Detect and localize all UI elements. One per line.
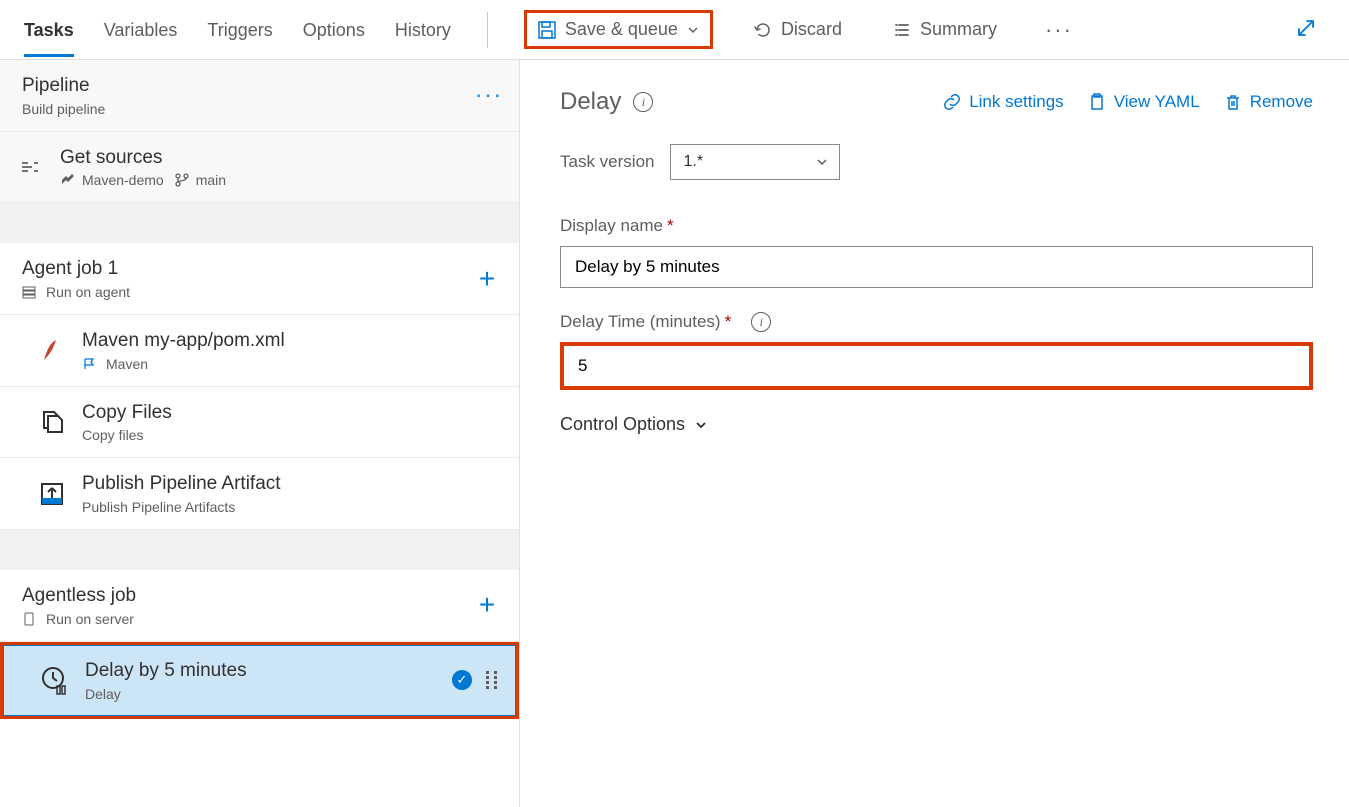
get-sources-item[interactable]: Get sources Maven-demo main [0, 132, 519, 204]
display-name-label: Display name [560, 216, 663, 235]
remove-button[interactable]: Remove [1224, 92, 1313, 112]
agent-job-title: Agent job 1 [22, 257, 457, 282]
task-title: Publish Pipeline Artifact [82, 472, 503, 497]
chevron-down-icon [686, 23, 700, 37]
server-icon [22, 285, 36, 299]
separator [487, 12, 488, 48]
agentless-job-sub: Run on server [46, 611, 134, 627]
publish-icon [36, 478, 68, 510]
task-sub: Maven [106, 356, 148, 372]
get-sources-title: Get sources [60, 146, 503, 171]
task-delay-selected[interactable]: Delay by 5 minutes Delay ✓ [0, 642, 519, 719]
task-version-label: Task version [560, 152, 654, 172]
save-queue-button[interactable]: Save & queue [524, 10, 713, 49]
link-icon [943, 93, 961, 111]
agentless-job-header[interactable]: Agentless job Run on server + [0, 570, 519, 642]
summary-button[interactable]: Summary [882, 13, 1007, 46]
task-detail-panel: Delay i Link settings View YAML Remove T… [520, 60, 1349, 807]
link-settings-button[interactable]: Link settings [943, 92, 1064, 112]
view-yaml-button[interactable]: View YAML [1088, 92, 1200, 112]
task-sub: Publish Pipeline Artifacts [82, 499, 503, 515]
summary-label: Summary [920, 19, 997, 40]
delay-clock-icon [39, 664, 71, 696]
control-options-label: Control Options [560, 414, 685, 435]
task-sub: Delay [85, 686, 438, 702]
fullscreen-button[interactable] [1291, 13, 1321, 46]
required-mark: * [667, 216, 674, 235]
list-icon [892, 20, 912, 40]
task-maven[interactable]: Maven my-app/pom.xml Maven [0, 315, 519, 387]
task-title: Delay by 5 minutes [85, 659, 438, 684]
drag-handle[interactable] [486, 671, 500, 689]
info-icon[interactable]: i [633, 92, 653, 112]
task-sub: Copy files [82, 427, 503, 443]
discard-button[interactable]: Discard [743, 13, 852, 46]
info-icon[interactable]: i [751, 312, 771, 332]
tab-history[interactable]: History [395, 4, 451, 55]
pipeline-more[interactable]: ··· [475, 82, 503, 108]
delay-time-label: Delay Time (minutes) [560, 312, 721, 331]
tab-options[interactable]: Options [303, 4, 365, 55]
agent-job-sub: Run on agent [46, 284, 130, 300]
device-icon [22, 612, 36, 626]
top-toolbar: Tasks Variables Triggers Options History… [0, 0, 1349, 60]
pipeline-header[interactable]: Pipeline Build pipeline ··· [0, 60, 519, 132]
maven-icon [36, 334, 68, 366]
tab-variables[interactable]: Variables [104, 4, 178, 55]
control-options-section[interactable]: Control Options [560, 414, 1313, 435]
remove-label: Remove [1250, 92, 1313, 112]
save-queue-label: Save & queue [565, 19, 678, 40]
task-copy-files[interactable]: Copy Files Copy files [0, 387, 519, 459]
pipeline-title: Pipeline [22, 74, 461, 99]
task-version-value: 1.* [683, 153, 703, 171]
add-task-agent[interactable]: + [471, 263, 503, 295]
tab-triggers[interactable]: Triggers [207, 4, 272, 55]
repo-icon [60, 172, 76, 188]
sources-icon [14, 151, 46, 183]
tab-tasks[interactable]: Tasks [24, 4, 74, 55]
display-name-input[interactable] [560, 246, 1313, 288]
task-publish-artifact[interactable]: Publish Pipeline Artifact Publish Pipeli… [0, 458, 519, 530]
trash-icon [1224, 93, 1242, 111]
save-icon [537, 20, 557, 40]
task-title: Maven my-app/pom.xml [82, 329, 503, 354]
flag-icon [82, 357, 96, 371]
chevron-down-icon [693, 417, 709, 433]
pipeline-sub: Build pipeline [22, 101, 461, 117]
undo-icon [753, 20, 773, 40]
gap [0, 203, 519, 243]
expand-icon [1295, 17, 1317, 39]
branch-icon [174, 172, 190, 188]
link-settings-label: Link settings [969, 92, 1064, 112]
agentless-job-title: Agentless job [22, 584, 457, 609]
delay-time-input[interactable] [560, 342, 1313, 390]
check-icon: ✓ [452, 670, 472, 690]
task-title: Copy Files [82, 401, 503, 426]
required-mark: * [725, 312, 732, 331]
add-task-agentless[interactable]: + [471, 589, 503, 621]
repo-name: Maven-demo [82, 172, 164, 188]
clipboard-icon [1088, 93, 1106, 111]
chevron-down-icon [815, 155, 829, 169]
copy-icon [36, 406, 68, 438]
panel-title: Delay [560, 88, 621, 116]
agent-job-header[interactable]: Agent job 1 Run on agent + [0, 243, 519, 315]
view-yaml-label: View YAML [1114, 92, 1200, 112]
more-menu[interactable]: ··· [1037, 13, 1081, 47]
gap [0, 530, 519, 570]
branch-name: main [196, 172, 226, 188]
task-version-select[interactable]: 1.* [670, 144, 840, 180]
pipeline-sidebar: Pipeline Build pipeline ··· Get sources … [0, 60, 520, 807]
discard-label: Discard [781, 19, 842, 40]
